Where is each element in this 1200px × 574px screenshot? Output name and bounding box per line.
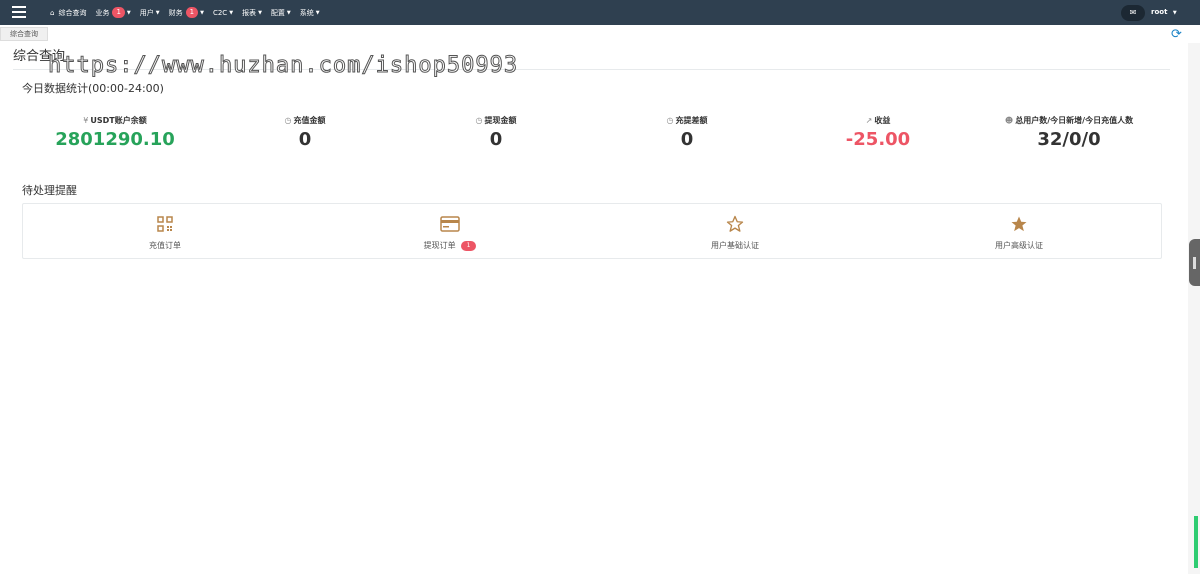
yen-icon: ¥ — [83, 116, 89, 125]
caret-down-icon: ▼ — [258, 9, 262, 16]
nav-badge: 1 — [112, 7, 125, 18]
section-title-pending: 待处理提醒 — [22, 184, 77, 197]
refresh-icon[interactable]: ⟳ — [1171, 27, 1182, 42]
stat-value: 0 — [489, 129, 503, 150]
nav-item-business[interactable]: 业务 1 ▼ — [95, 7, 131, 18]
nav-item-label: 报表 — [242, 8, 257, 17]
todo-withdraw-orders[interactable]: 提现订单 1 — [350, 214, 550, 251]
nav-item-label: 配置 — [270, 8, 285, 17]
nav-item-overview[interactable]: ⌂ 综合查询 — [50, 8, 86, 18]
stat-value: 0 — [680, 129, 694, 150]
home-icon: ⌂ — [50, 8, 55, 17]
nav-item-label: 用户 — [139, 8, 154, 17]
scrollbar-track[interactable] — [1188, 43, 1200, 574]
pending-panel: 充值订单 提现订单 1 用户基础认证 用户高级认证 — [22, 203, 1162, 259]
watermark: https://www.huzhan.com/ishop50993 — [47, 53, 519, 79]
stat-label: 充值金额 — [293, 116, 326, 125]
star-outline-icon — [635, 214, 835, 234]
todo-label: 用户基础认证 — [711, 241, 759, 250]
clock-icon: ◷ — [475, 116, 483, 125]
scroll-indicator — [1194, 516, 1198, 568]
stat-usdt-balance: ¥ USDT账户余额 2801290.10 — [22, 115, 208, 150]
stat-recharge-amount: ◷ 充值金额 0 — [212, 115, 398, 150]
clock-icon: ◷ — [666, 116, 674, 125]
todo-basic-verification[interactable]: 用户基础认证 — [635, 214, 835, 251]
todo-badge: 1 — [460, 240, 477, 251]
nav-item-reports[interactable]: 报表 ▼ — [242, 8, 262, 18]
stat-label: 总用户数/今日新增/今日充值人数 — [1015, 116, 1134, 125]
qrcode-icon — [65, 214, 265, 234]
caret-down-icon: ▼ — [200, 9, 204, 16]
stat-label: 提现金额 — [484, 116, 517, 125]
section-title-today: 今日数据统计(00:00-24:00) — [22, 82, 164, 95]
stat-value: 32/0/0 — [1037, 129, 1101, 150]
nav-item-label: 财务 — [168, 8, 183, 17]
todo-recharge-orders[interactable]: 充值订单 — [65, 214, 265, 251]
stat-difference: ◷ 充提差额 0 — [594, 115, 780, 150]
grip-icon — [1193, 257, 1196, 269]
stat-value: -25.00 — [845, 129, 911, 150]
stat-label: USDT账户余额 — [90, 116, 147, 125]
caret-down-icon: ▼ — [315, 9, 320, 16]
nav-item-label: 业务 — [95, 8, 110, 17]
stat-users: ☻ 总用户数/今日新增/今日充值人数 32/0/0 — [976, 115, 1162, 150]
chart-icon: ↗ — [865, 116, 873, 125]
chat-icon[interactable]: ✉ — [1121, 5, 1145, 21]
todo-label: 提现订单 — [423, 241, 456, 250]
stat-withdraw-amount: ◷ 提现金额 0 — [403, 115, 589, 150]
nav-item-label: C2C — [212, 8, 228, 17]
caret-down-icon: ▼ — [286, 9, 291, 16]
star-filled-icon — [919, 214, 1119, 234]
nav-item-config[interactable]: 配置 ▼ — [271, 8, 291, 18]
caret-down-icon: ▼ — [155, 9, 160, 16]
user-menu[interactable]: root ▼ — [1151, 8, 1177, 16]
menu-toggle-icon[interactable] — [12, 6, 26, 18]
nav-item-c2c[interactable]: C2C ▼ — [213, 9, 233, 17]
credit-card-icon — [350, 214, 550, 234]
stat-label: 充提差额 — [675, 116, 708, 125]
caret-down-icon: ▼ — [229, 9, 234, 16]
nav-item-finance[interactable]: 财务 1 ▼ — [169, 7, 204, 18]
tab-bar: 综合查询 — [0, 25, 1200, 43]
nav-item-label: 综合查询 — [58, 8, 87, 17]
nav-item-label: 系统 — [299, 8, 314, 17]
stat-label: 收益 — [874, 116, 891, 125]
todo-label: 充值订单 — [149, 241, 181, 250]
users-icon: ☻ — [1004, 116, 1014, 125]
username: root — [1151, 8, 1168, 16]
caret-down-icon: ▼ — [126, 9, 131, 16]
nav-item-system[interactable]: 系统 ▼ — [300, 8, 320, 18]
caret-down-icon: ▼ — [1172, 10, 1177, 16]
stat-value: 0 — [298, 129, 312, 150]
nav-badge: 1 — [185, 7, 199, 18]
stat-profit: ↗ 收益 -25.00 — [785, 115, 971, 150]
stat-value: 2801290.10 — [55, 129, 175, 150]
tab-overview[interactable]: 综合查询 — [0, 27, 48, 41]
main-nav: ⌂ 综合查询 业务 1 ▼ 用户 ▼ 财务 1 ▼ C2C ▼ 报表 ▼ 配置 … — [50, 0, 329, 25]
todo-label: 用户高级认证 — [995, 241, 1043, 250]
todo-advanced-verification[interactable]: 用户高级认证 — [919, 214, 1119, 251]
top-navbar: ⌂ 综合查询 业务 1 ▼ 用户 ▼ 财务 1 ▼ C2C ▼ 报表 ▼ 配置 … — [0, 0, 1200, 25]
nav-item-users[interactable]: 用户 ▼ — [140, 8, 160, 18]
clock-icon: ◷ — [284, 116, 292, 125]
